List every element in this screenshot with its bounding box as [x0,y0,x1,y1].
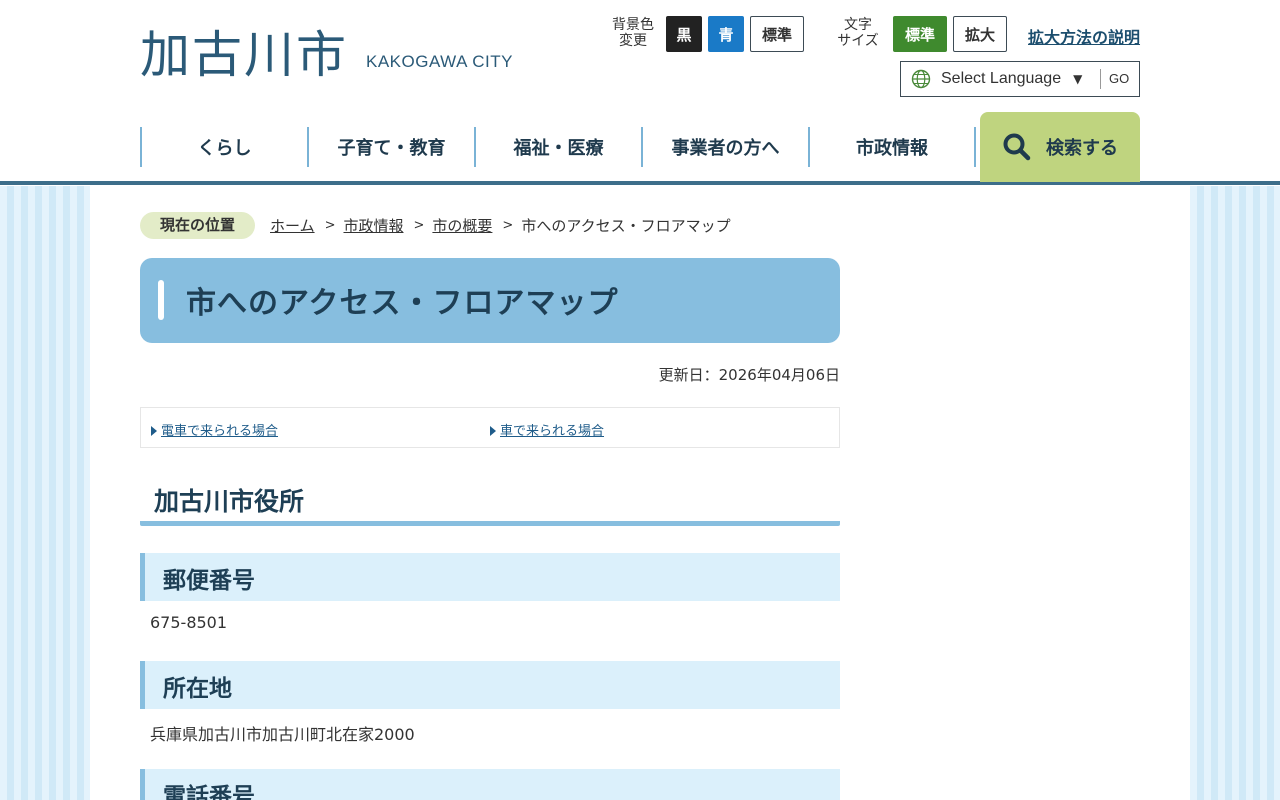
text-size-label-line2: サイズ [837,33,879,49]
language-go-button[interactable]: GO [1109,71,1129,86]
updated-date: 更新日：2026年04月06日 [658,366,840,384]
search-icon [1003,133,1031,161]
page-title-box: 市へのアクセス・フロアマップ [140,258,840,343]
postal-code-value: 675-8501 [150,613,228,632]
nav-item-city-info[interactable]: 市政情報 [808,127,976,167]
left-stripe-decoration [0,186,90,800]
bg-blue-button[interactable]: 青 [708,16,744,52]
section-heading-city-hall: 加古川市役所 [140,480,840,526]
page-title: 市へのアクセス・フロアマップ [186,286,619,321]
right-stripe-decoration [1190,186,1280,800]
search-button-label: 検索する [1046,138,1118,159]
nav-item-business[interactable]: 事業者の方へ [641,127,808,167]
title-accent-bar [158,280,164,320]
chevron-right-icon: > [324,217,336,233]
subheading-address: 所在地 [140,661,840,709]
nav-item-childcare-education[interactable]: 子育て・教育 [307,127,474,167]
subheading-postal-code: 郵便番号 [140,553,840,601]
utility-bar: 背景色 変更 黒 青 標準 文字 サイズ 標準 拡大 拡大方法の説明 [0,16,1280,56]
language-selector[interactable]: Select Language ▼ GO [900,61,1140,97]
language-divider [1100,69,1101,89]
triangle-right-icon [490,426,496,436]
address-value: 兵庫県加古川市加古川町北在家2000 [150,725,415,744]
breadcrumb-city-info[interactable]: 市政情報 [343,215,403,236]
subheading-phone: 電話番号 [140,769,840,800]
toc-link-train[interactable]: 電車で来られる場合 [151,420,278,439]
search-button[interactable]: 検索する [980,112,1140,182]
text-size-label: 文字 サイズ [832,17,884,49]
chevron-down-icon: ▼ [1073,72,1083,86]
bg-color-label: 背景色 変更 [608,17,658,49]
triangle-right-icon [151,426,157,436]
toc-link-car-label: 車で来られる場合 [500,424,605,439]
bg-standard-button[interactable]: 標準 [750,16,804,52]
site-header: 加古川市 KAKOGAWA CITY 背景色 変更 黒 青 標準 文字 サイズ … [0,0,1280,185]
language-select-value[interactable]: Select Language [941,70,1061,88]
breadcrumb: 現在の位置 ホーム > 市政情報 > 市の概要 > 市へのアクセス・フロアマップ [140,211,731,239]
subheading-text: 所在地 [163,676,232,702]
text-enlarge-button[interactable]: 拡大 [953,16,1007,52]
subheading-text: 郵便番号 [163,568,255,594]
nav-item-living[interactable]: くらし [140,127,307,167]
subheading-text: 電話番号 [163,784,255,800]
nav-item-welfare-medical[interactable]: 福祉・医療 [474,127,641,167]
chevron-right-icon: > [502,217,514,233]
text-standard-button[interactable]: 標準 [893,16,947,52]
section-heading-text: 加古川市役所 [154,487,305,516]
breadcrumb-city-overview[interactable]: 市の概要 [432,215,492,236]
table-of-contents: 電車で来られる場合 車で来られる場合 [140,407,840,448]
bg-color-label-line2: 変更 [619,33,647,49]
chevron-right-icon: > [413,217,425,233]
toc-link-train-label: 電車で来られる場合 [161,424,279,439]
toc-link-car[interactable]: 車で来られる場合 [490,420,604,439]
breadcrumb-home[interactable]: ホーム [270,215,315,236]
text-size-label-line1: 文字 [844,17,872,33]
globe-icon [911,69,931,89]
bg-black-button[interactable]: 黒 [666,16,702,52]
breadcrumb-current: 市へのアクセス・フロアマップ [521,216,731,235]
breadcrumb-label: 現在の位置 [140,211,256,239]
zoom-help-link[interactable]: 拡大方法の説明 [1028,24,1140,48]
bg-color-label-line1: 背景色 [612,17,654,33]
